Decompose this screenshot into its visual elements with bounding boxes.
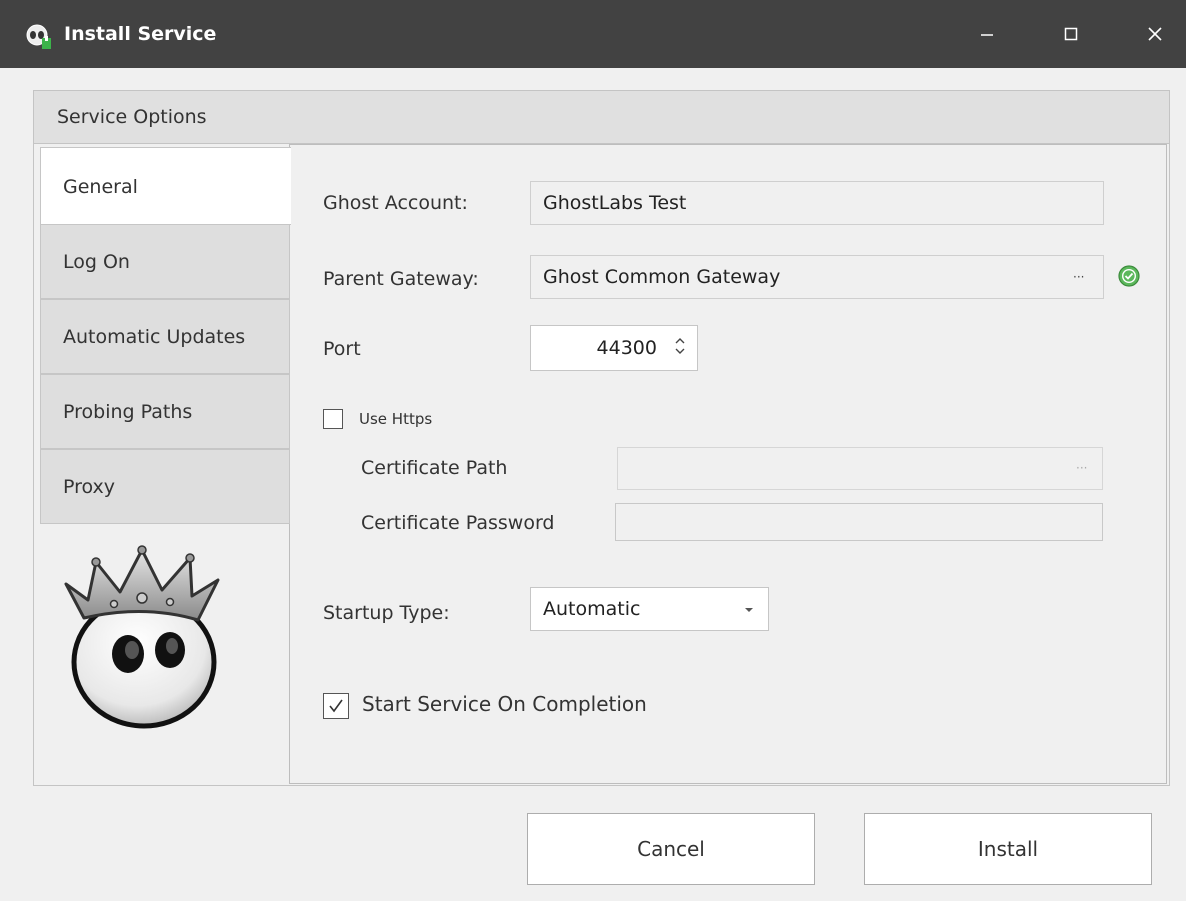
maximize-icon (1064, 27, 1078, 41)
tab-label: Probing Paths (63, 401, 193, 423)
startup-type-value: Automatic (543, 598, 641, 620)
title-bar: Install Service (0, 0, 1186, 68)
tab-log-on[interactable]: Log On (40, 224, 290, 299)
spinner-down-icon[interactable] (673, 344, 687, 364)
ghost-account-field: GhostLabs Test (530, 181, 1104, 225)
ghost-app-icon (26, 24, 51, 49)
startup-type-label: Startup Type: (323, 602, 450, 624)
tab-probing-paths[interactable]: Probing Paths (40, 374, 290, 449)
dropdown-arrow-icon (745, 608, 753, 612)
cancel-button[interactable]: Cancel (527, 813, 815, 885)
parent-gateway-label: Parent Gateway: (323, 268, 479, 290)
startup-type-dropdown[interactable]: Automatic (530, 587, 769, 631)
cert-path-label: Certificate Path (361, 457, 508, 479)
use-https-checkbox[interactable] (323, 409, 343, 429)
cert-password-field[interactable] (615, 503, 1103, 541)
tab-label: Automatic Updates (63, 326, 246, 348)
tab-automatic-updates[interactable]: Automatic Updates (40, 299, 290, 374)
ghost-king-mascot (64, 545, 220, 729)
cert-password-label: Certificate Password (361, 512, 555, 534)
ellipsis-icon[interactable]: ··· (1073, 256, 1084, 298)
cert-path-ellipsis-icon[interactable]: ··· (1076, 448, 1087, 489)
tab-label: General (63, 176, 138, 198)
use-https-label: Use Https (359, 410, 433, 428)
start-on-completion-label: Start Service On Completion (362, 692, 647, 716)
parent-gateway-field[interactable]: Ghost Common Gateway ··· (530, 255, 1104, 299)
install-button[interactable]: Install (864, 813, 1152, 885)
tab-general[interactable]: General (40, 147, 291, 225)
ghost-account-label: Ghost Account: (323, 192, 468, 214)
window-title: Install Service (64, 23, 217, 45)
cert-path-field[interactable]: ··· (617, 447, 1103, 490)
port-value: 44300 (596, 337, 657, 359)
gateway-ok-icon (1118, 265, 1140, 287)
port-label: Port (323, 338, 361, 360)
minimize-button[interactable] (956, 0, 1018, 68)
port-spinner[interactable]: 44300 (530, 325, 698, 371)
checkmark-icon (329, 699, 343, 713)
parent-gateway-value: Ghost Common Gateway (543, 266, 781, 288)
close-icon (1148, 27, 1162, 41)
group-header: Service Options (34, 91, 1169, 144)
tab-label: Proxy (63, 476, 116, 498)
minimize-icon (981, 34, 993, 36)
maximize-button[interactable] (1040, 0, 1102, 68)
close-button[interactable] (1124, 0, 1186, 68)
start-on-completion-checkbox[interactable] (323, 693, 349, 719)
group-header-label: Service Options (57, 106, 207, 128)
ghost-account-value: GhostLabs Test (543, 192, 687, 214)
tab-proxy[interactable]: Proxy (40, 449, 290, 524)
tab-label: Log On (63, 251, 130, 273)
